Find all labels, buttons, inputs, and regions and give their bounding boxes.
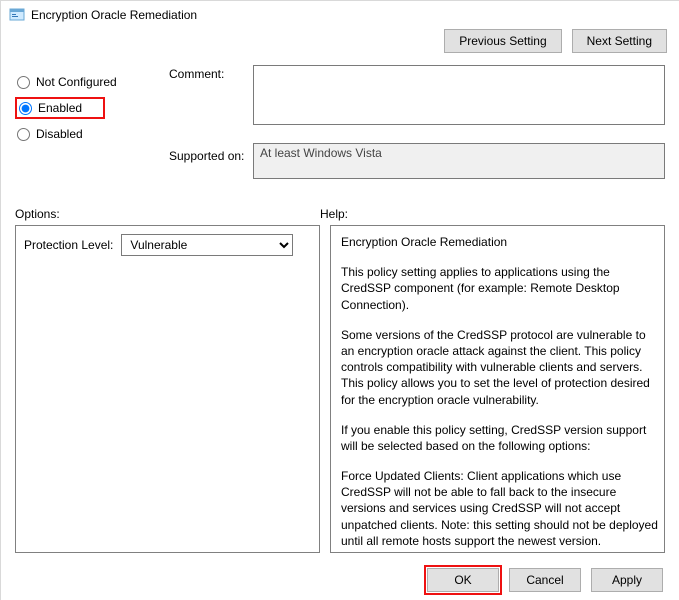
radio-enabled-input[interactable] (19, 102, 32, 115)
radio-disabled-input[interactable] (17, 128, 30, 141)
help-text: Some versions of the CredSSP protocol ar… (341, 327, 660, 408)
apply-button[interactable]: Apply (591, 568, 663, 592)
help-text: This policy setting applies to applicati… (341, 264, 660, 313)
help-text: If you enable this policy setting, CredS… (341, 422, 660, 454)
ok-button[interactable]: OK (427, 568, 499, 592)
supported-on-label: Supported on: (169, 143, 249, 163)
protection-level-label: Protection Level: (24, 238, 113, 252)
window-title: Encryption Oracle Remediation (31, 8, 197, 22)
radio-disabled-label: Disabled (36, 127, 83, 141)
next-setting-button[interactable]: Next Setting (572, 29, 667, 53)
help-label: Help: (320, 207, 665, 221)
radio-not-configured-label: Not Configured (36, 75, 117, 89)
options-label: Options: (15, 207, 320, 221)
radio-enabled[interactable]: Enabled (15, 97, 105, 119)
cancel-button[interactable]: Cancel (509, 568, 581, 592)
radio-not-configured[interactable]: Not Configured (15, 71, 165, 93)
help-panel[interactable]: Encryption Oracle Remediation This polic… (330, 225, 665, 553)
titlebar: Encryption Oracle Remediation (1, 1, 679, 29)
state-radio-group: Not Configured Enabled Disabled (15, 65, 165, 149)
comment-label: Comment: (169, 65, 249, 81)
policy-icon (9, 7, 25, 23)
help-text: Encryption Oracle Remediation (341, 234, 660, 250)
radio-enabled-label: Enabled (38, 101, 82, 115)
protection-level-select[interactable]: Vulnerable (121, 234, 293, 256)
radio-disabled[interactable]: Disabled (15, 123, 165, 145)
options-panel: Protection Level: Vulnerable (15, 225, 320, 553)
supported-on-field: At least Windows Vista (253, 143, 665, 179)
nav-buttons: Previous Setting Next Setting (1, 29, 679, 59)
help-text: Force Updated Clients: Client applicatio… (341, 468, 660, 549)
radio-not-configured-input[interactable] (17, 76, 30, 89)
previous-setting-button[interactable]: Previous Setting (444, 29, 561, 53)
comment-field[interactable] (253, 65, 665, 125)
policy-dialog: Encryption Oracle Remediation Previous S… (0, 0, 679, 600)
content-area: Not Configured Enabled Disabled Comment:… (1, 59, 679, 553)
dialog-footer: OK Cancel Apply (427, 568, 663, 592)
